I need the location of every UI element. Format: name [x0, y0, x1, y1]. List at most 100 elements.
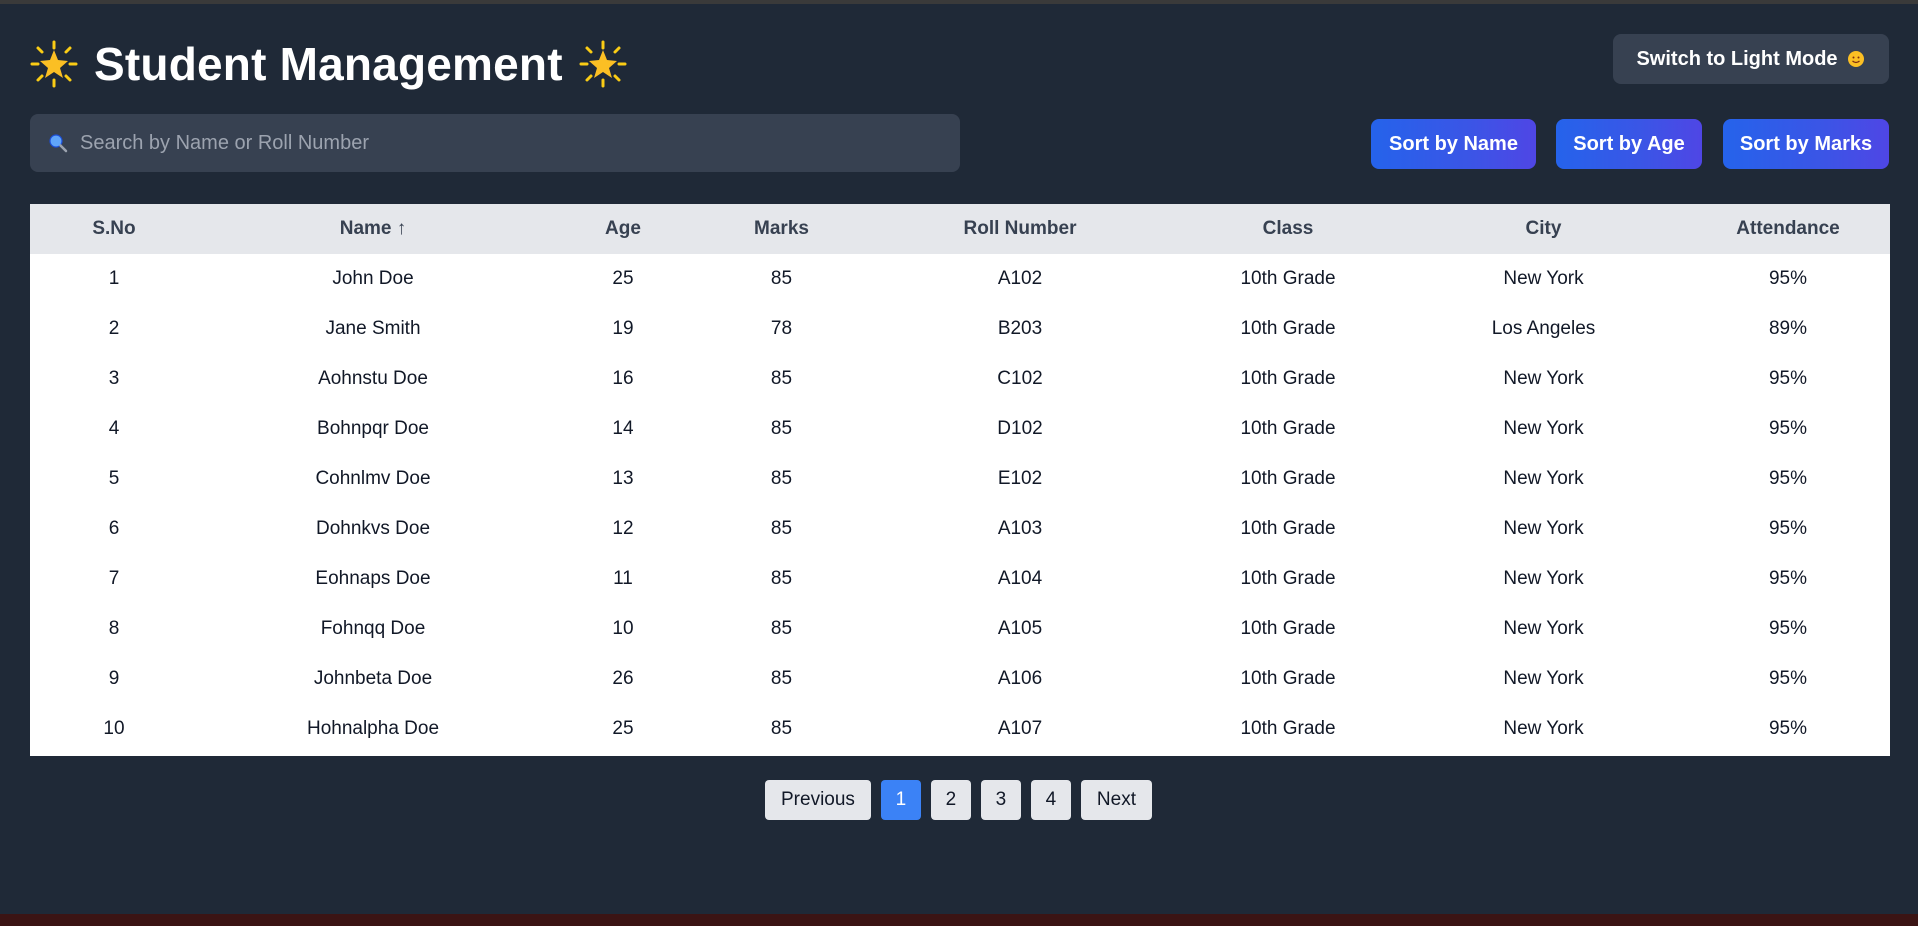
cell-marks: 85 [770, 518, 793, 539]
cell-attendance: 95% [1768, 668, 1808, 689]
cell-roll-number: A102 [997, 268, 1043, 289]
column-header-name[interactable]: Name ↑ [198, 204, 548, 254]
glowing-star-icon [579, 40, 627, 88]
cell-sno: 1 [108, 268, 120, 289]
cell-class: 10th Grade [1240, 468, 1336, 489]
cell-name: Eohnaps Doe [315, 568, 431, 589]
cell-sno: 2 [108, 318, 120, 339]
cell-sno: 6 [108, 518, 120, 539]
cell-sno: 4 [108, 418, 120, 439]
cell-class: 10th Grade [1240, 518, 1336, 539]
cell-age: 13 [612, 468, 634, 489]
cell-name: Bohnpqr Doe [317, 418, 429, 439]
previous-page-button[interactable]: Previous [765, 780, 871, 820]
cell-sno: 7 [108, 568, 120, 589]
cell-roll-number: B203 [997, 318, 1043, 339]
cell-sno: 5 [108, 468, 120, 489]
cell-name: Cohnlmv Doe [315, 468, 431, 489]
cell-age: 12 [612, 518, 634, 539]
cell-class: 10th Grade [1240, 718, 1336, 739]
cell-age: 26 [612, 668, 634, 689]
cell-age: 10 [612, 618, 634, 639]
cell-city: New York [1503, 468, 1584, 489]
cell-marks: 85 [770, 468, 793, 489]
cell-marks: 78 [770, 318, 793, 339]
cell-name: Hohnalpha Doe [306, 718, 440, 739]
taskbar-strip [0, 914, 1918, 926]
magnifying-glass-icon [49, 134, 68, 153]
search-input[interactable] [78, 130, 960, 156]
column-header-sno[interactable]: S.No [30, 204, 198, 254]
cell-sno: 8 [108, 618, 120, 639]
cell-age: 25 [612, 268, 634, 289]
cell-class: 10th Grade [1240, 368, 1336, 389]
table-header-row: S.No Name ↑ Age Marks Roll Number Class … [30, 204, 1890, 254]
pagination: Previous 1 2 3 4 Next [765, 780, 1152, 820]
table-row: 4 Bohnpqr Doe 14 85 D102 10th Grade New … [30, 404, 1890, 454]
table-row: 8 Fohnqq Doe 10 85 A105 10th Grade New Y… [30, 604, 1890, 654]
students-table: S.No Name ↑ Age Marks Roll Number Class … [30, 204, 1890, 756]
mode-button-label: Switch to Light Mode [1636, 47, 1838, 70]
page-2-button[interactable]: 2 [930, 780, 971, 820]
cell-roll-number: A103 [997, 518, 1043, 539]
cell-city: New York [1503, 668, 1584, 689]
cell-city: New York [1503, 518, 1584, 539]
cell-roll-number: A105 [997, 618, 1043, 639]
cell-age: 14 [612, 418, 634, 439]
cell-city: New York [1503, 368, 1584, 389]
sun-with-face-icon [1847, 51, 1864, 67]
cell-name: Johnbeta Doe [313, 668, 433, 689]
cell-city: New York [1503, 418, 1584, 439]
table-row: 7 Eohnaps Doe 11 85 A104 10th Grade New … [30, 554, 1890, 604]
cell-marks: 85 [770, 418, 793, 439]
cell-attendance: 95% [1768, 268, 1808, 289]
column-header-age[interactable]: Age [548, 204, 698, 254]
cell-attendance: 95% [1768, 568, 1808, 589]
cell-city: New York [1503, 568, 1584, 589]
page-1-button[interactable]: 1 [880, 780, 921, 820]
cell-roll-number: A107 [997, 718, 1043, 739]
cell-sno: 9 [108, 668, 120, 689]
cell-marks: 85 [770, 568, 793, 589]
sort-by-marks-button[interactable]: Sort by Marks [1723, 119, 1889, 169]
page-header: Student Management [30, 34, 627, 94]
cell-age: 25 [612, 718, 634, 739]
cell-attendance: 95% [1768, 618, 1808, 639]
cell-city: New York [1503, 268, 1584, 289]
sort-by-name-button[interactable]: Sort by Name [1371, 119, 1536, 169]
cell-city: Los Angeles [1491, 318, 1596, 339]
cell-city: New York [1503, 618, 1584, 639]
cell-attendance: 95% [1768, 718, 1808, 739]
column-header-city[interactable]: City [1401, 204, 1686, 254]
cell-name: Jane Smith [325, 318, 421, 339]
search-bar [30, 114, 960, 172]
next-page-button[interactable]: Next [1080, 780, 1152, 820]
cell-marks: 85 [770, 268, 793, 289]
cell-age: 11 [613, 568, 633, 589]
sort-by-age-button[interactable]: Sort by Age [1556, 119, 1702, 169]
cell-city: New York [1503, 718, 1584, 739]
cell-marks: 85 [770, 618, 793, 639]
table-row: 5 Cohnlmv Doe 13 85 E102 10th Grade New … [30, 454, 1890, 504]
column-header-attendance[interactable]: Attendance [1686, 204, 1890, 254]
page-4-button[interactable]: 4 [1030, 780, 1071, 820]
cell-roll-number: E102 [997, 468, 1043, 489]
table-row: 6 Dohnkvs Doe 12 85 A103 10th Grade New … [30, 504, 1890, 554]
student-management-app: Student Management Switch to Light Mode … [0, 4, 1918, 914]
cell-roll-number: A106 [997, 668, 1043, 689]
column-header-class[interactable]: Class [1175, 204, 1401, 254]
page-title: Student Management [94, 38, 563, 90]
table-row: 1 John Doe 25 85 A102 10th Grade New Yor… [30, 254, 1890, 304]
cell-attendance: 95% [1768, 518, 1808, 539]
cell-attendance: 89% [1768, 318, 1808, 339]
table-row: 3 Aohnstu Doe 16 85 C102 10th Grade New … [30, 354, 1890, 404]
column-header-marks[interactable]: Marks [698, 204, 865, 254]
cell-age: 19 [612, 318, 634, 339]
column-header-roll-number[interactable]: Roll Number [865, 204, 1175, 254]
table-row: 9 Johnbeta Doe 26 85 A106 10th Grade New… [30, 654, 1890, 704]
switch-to-light-mode-button[interactable]: Switch to Light Mode [1613, 34, 1889, 84]
table-row: 2 Jane Smith 19 78 B203 10th Grade Los A… [30, 304, 1890, 354]
table-row: 10 Hohnalpha Doe 25 85 A107 10th Grade N… [30, 704, 1890, 754]
page-3-button[interactable]: 3 [980, 780, 1021, 820]
cell-age: 16 [612, 368, 634, 389]
